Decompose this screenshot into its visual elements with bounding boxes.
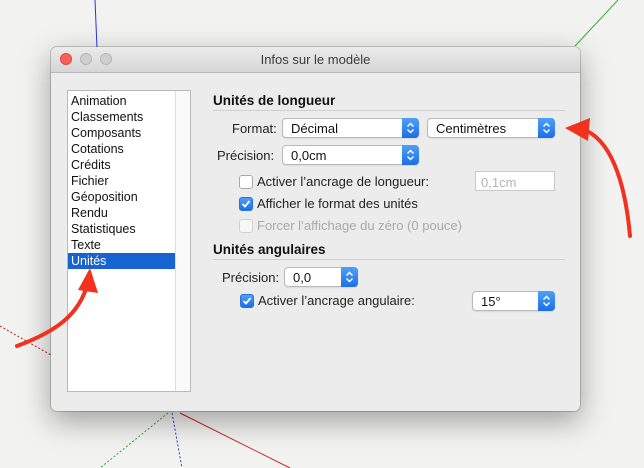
length-snap-label: Activer l’ancrage de longueur: xyxy=(257,174,429,189)
blue-axis-dotted xyxy=(171,412,183,468)
angle-snap-label: Activer l’ancrage angulaire: xyxy=(258,293,415,308)
sidebar-item[interactable]: Animation xyxy=(68,93,176,109)
sidebar-item[interactable]: Texte xyxy=(68,237,176,253)
sidebar-item[interactable]: Fichier xyxy=(68,173,176,189)
show-format-checkbox[interactable] xyxy=(239,197,253,211)
length-snap-value: 0,1cm xyxy=(481,175,517,190)
chevron-updown-icon xyxy=(538,118,555,138)
chevron-updown-icon xyxy=(538,291,555,311)
unit-select[interactable]: Centimètres xyxy=(427,118,555,138)
angle-units-title: Unités angulaires xyxy=(213,242,326,257)
length-precision-value: 0,0cm xyxy=(291,148,327,163)
sidebar-item[interactable]: Statistiques xyxy=(68,221,176,237)
format-label: Format: xyxy=(232,121,277,136)
green-axis-dotted xyxy=(99,412,169,468)
sidebar-item[interactable]: Classements xyxy=(68,109,176,125)
sidebar-item[interactable]: Crédits xyxy=(68,157,176,173)
format-select-value: Décimal xyxy=(291,121,338,136)
chevron-updown-icon xyxy=(402,118,419,138)
angle-units-divider xyxy=(213,259,565,260)
chevron-updown-icon xyxy=(341,267,358,287)
title-bar[interactable]: Infos sur le modèle xyxy=(51,47,580,73)
sidebar-item[interactable]: Cotations xyxy=(68,141,176,157)
category-list-scrollbar[interactable] xyxy=(175,91,190,391)
blue-axis xyxy=(94,0,98,49)
red-axis xyxy=(179,412,291,468)
sidebar-item[interactable]: Composants xyxy=(68,125,176,141)
sidebar-item[interactable]: Unités xyxy=(68,253,176,269)
unit-select-value: Centimètres xyxy=(436,121,507,136)
angle-precision-label: Précision: xyxy=(222,270,280,285)
angle-snap-value: 15° xyxy=(481,294,501,309)
angle-precision-select[interactable]: 0,0 xyxy=(284,267,358,287)
sidebar-item[interactable]: Rendu xyxy=(68,205,176,221)
show-format-label: Afficher le format des unités xyxy=(257,196,418,211)
force-zero-label: Forcer l’affichage du zéro (0 pouce) xyxy=(257,218,462,233)
angle-snap-select[interactable]: 15° xyxy=(472,291,555,311)
red-axis-dotted xyxy=(0,325,52,356)
window-title: Infos sur le modèle xyxy=(260,52,371,67)
length-units-title: Unités de longueur xyxy=(213,93,336,108)
angle-precision-value: 0,0 xyxy=(293,270,312,285)
length-snap-field[interactable]: 0,1cm xyxy=(475,171,555,191)
category-list-items: Animation Classements Composants Cotations C… xyxy=(68,93,176,269)
green-axis xyxy=(574,0,619,47)
format-select[interactable]: Décimal xyxy=(282,118,419,138)
chevron-updown-icon xyxy=(402,145,419,165)
sidebar-item[interactable]: Géoposition xyxy=(68,189,176,205)
angle-snap-checkbox[interactable] xyxy=(240,294,254,308)
model-info-window: Infos sur le modèle Animation Classements… xyxy=(51,47,580,411)
length-precision-label: Précision: xyxy=(217,148,275,163)
length-units-divider xyxy=(213,110,565,111)
length-snap-checkbox[interactable] xyxy=(239,175,253,189)
checkmark-icon xyxy=(242,297,252,305)
checkmark-icon xyxy=(241,200,251,208)
force-zero-checkbox[interactable] xyxy=(239,219,253,233)
length-precision-select[interactable]: 0,0cm xyxy=(282,145,419,165)
category-list[interactable]: Animation Classements Composants Cotations C… xyxy=(67,90,191,392)
